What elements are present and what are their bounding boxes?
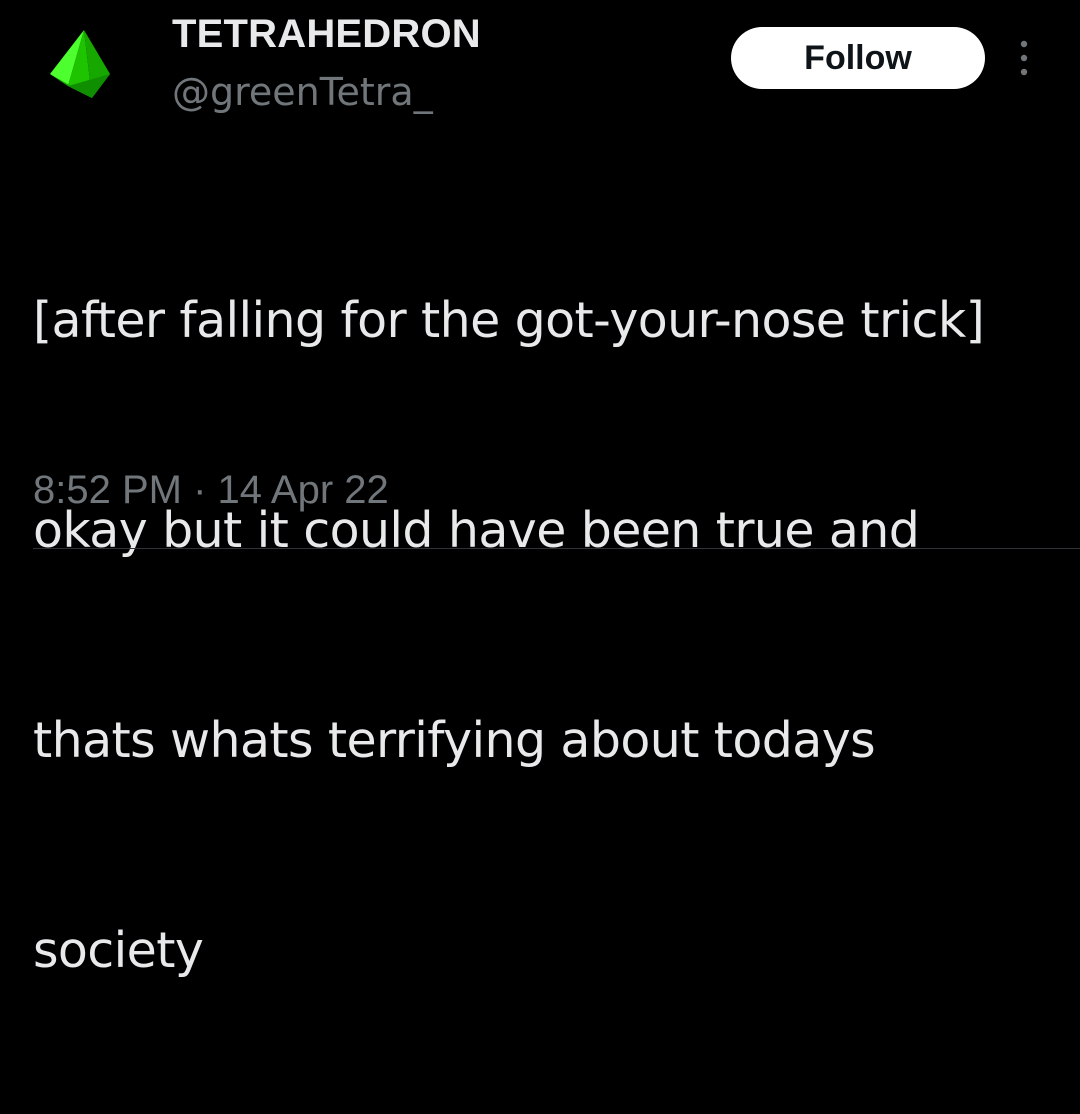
tweet-timestamp[interactable]: 8:52 PM · 14 Apr 22 xyxy=(33,466,389,514)
display-name[interactable]: TETRAHEDRON xyxy=(172,10,481,58)
tweet-text-line: society xyxy=(33,922,204,979)
divider xyxy=(33,548,1080,549)
avatar[interactable] xyxy=(44,26,116,104)
green-tetrahedron-icon xyxy=(50,30,110,98)
tweet-text: [after falling for the got-your-nose tri… xyxy=(33,146,1053,1114)
tweet-text-line: [after falling for the got-your-nose tri… xyxy=(33,292,985,349)
user-handle[interactable]: @greenTetra_ xyxy=(172,70,433,114)
follow-button[interactable]: Follow xyxy=(731,27,985,89)
tweet-text-line: thats whats terrifying about todays xyxy=(33,712,876,769)
vertical-ellipsis-icon[interactable] xyxy=(1010,38,1038,78)
tweet-card: TETRAHEDRON @greenTetra_ Follow [after f… xyxy=(0,0,1080,979)
